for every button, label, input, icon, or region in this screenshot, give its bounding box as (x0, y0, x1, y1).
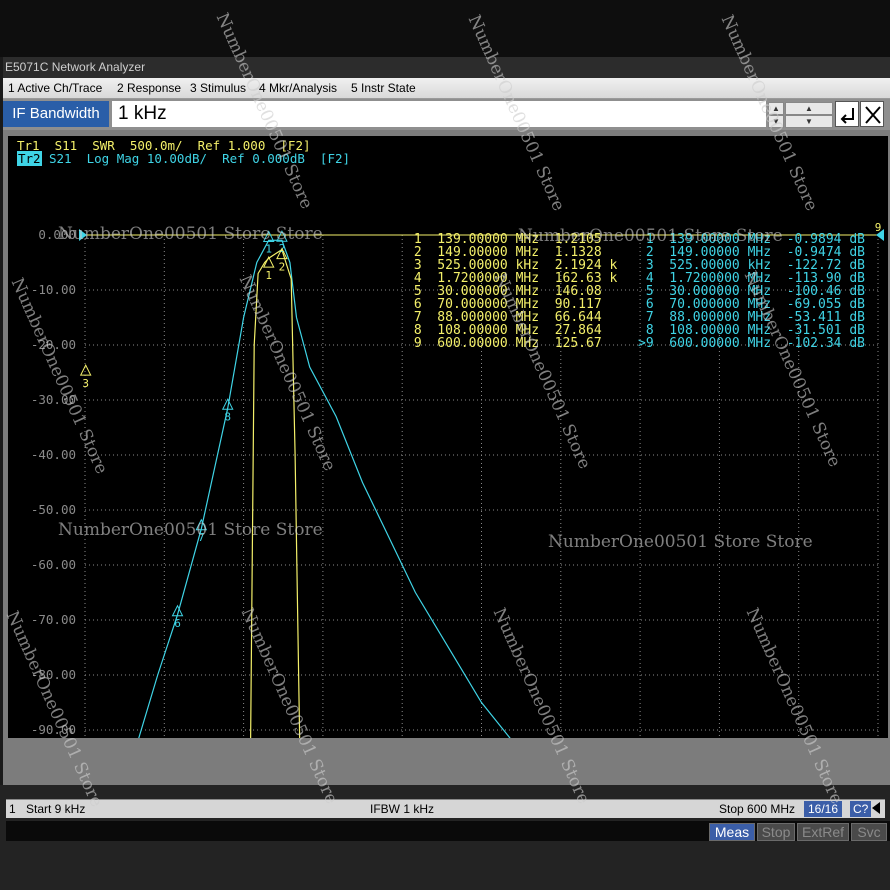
marker-row-tr2: >9 600.00000 MHz -102.34 dB (638, 336, 865, 351)
y-tick-label: -40.00 (31, 447, 76, 462)
entry-label: IF Bandwidth (3, 101, 109, 127)
close-entry-button[interactable] (860, 101, 884, 127)
title-bar: E5071C Network Analyzer (3, 57, 890, 78)
marker-9-label: 9 (875, 221, 882, 234)
status-bar: 1 Start 9 kHz IFBW 1 kHz Stop 600 MHz 16… (6, 799, 885, 818)
y-tick-label: 0.000 (38, 227, 76, 242)
menu-response[interactable]: 2 Response (117, 81, 181, 95)
status-points: 16/16 (804, 801, 843, 817)
marker-tr2-label: 6 (174, 617, 181, 630)
ref-left-arrow-icon (79, 229, 87, 241)
meas-button[interactable]: Meas (709, 823, 755, 841)
menu-instr-state[interactable]: 5 Instr State (351, 81, 416, 95)
menu-stimulus[interactable]: 3 Stimulus (190, 81, 246, 95)
stop-button[interactable]: Stop (757, 823, 795, 841)
menu-mkr-analysis[interactable]: 4 Mkr/Analysis (259, 81, 337, 95)
trace2-tag[interactable]: Tr2 (17, 151, 42, 166)
marker-row-tr1: 9 600.00000 MHz 125.67 (406, 336, 602, 351)
y-tick-label: -90.00 (31, 722, 76, 737)
if-bandwidth-input[interactable]: 1 kHz (112, 101, 766, 127)
marker-tr2-label: 8 (224, 410, 231, 423)
marker-tr1-icon (79, 364, 92, 376)
bottom-bar: Meas Stop ExtRef Svc (6, 821, 890, 841)
enter-icon (840, 108, 854, 124)
y-tick-label: -50.00 (31, 502, 76, 517)
status-cal: C? (850, 801, 872, 817)
status-channel: 1 (9, 802, 16, 816)
marker-tr2-label: 7 (198, 531, 205, 544)
y-tick-label: -60.00 (31, 557, 76, 572)
spin-up-small-button[interactable]: ▲ (768, 102, 784, 115)
marker-tr1-label: 3 (82, 377, 89, 390)
measurement-screen: 0.000 -10.00 -20.00 -30.00 -40.00 -50.00 -60.0… (8, 136, 888, 738)
analyzer-window: E5071C Network Analyzer 1 Active Ch/Trac… (3, 57, 890, 841)
svc-button[interactable]: Svc (851, 823, 887, 841)
marker-tr1-label: 2 (279, 261, 286, 274)
spin-down-small-button[interactable]: ▼ (768, 115, 784, 128)
step-up-button[interactable]: ▲ (785, 102, 833, 115)
trace2-header[interactable]: S21 Log Mag 10.00dB/ Ref 0.000dB [F2] (49, 151, 350, 166)
y-tick-label: -70.00 (31, 612, 76, 627)
close-icon (865, 106, 881, 124)
y-tick-label: -80.00 (31, 667, 76, 682)
entry-bar: IF Bandwidth 1 kHz ▲ ▼ ▲ ▼ (3, 99, 890, 130)
menu-bar: 1 Active Ch/Trace 2 Response 3 Stimulus … (3, 78, 890, 99)
status-stop: Stop 600 MHz (719, 802, 796, 816)
collapse-arrow-icon[interactable] (872, 802, 880, 814)
y-tick-label: -10.00 (31, 282, 76, 297)
window-title: E5071C Network Analyzer (5, 60, 146, 74)
y-tick-label: -30.00 (31, 392, 76, 407)
status-ifbw: IFBW 1 kHz (370, 802, 435, 816)
enter-button[interactable] (835, 101, 859, 127)
menu-active-ch-trace[interactable]: 1 Active Ch/Trace (8, 81, 102, 95)
y-tick-label: -20.00 (31, 337, 76, 352)
status-start: Start 9 kHz (26, 802, 86, 816)
marker-tr1-label: 1 (265, 269, 272, 282)
extref-button[interactable]: ExtRef (797, 823, 849, 841)
top-background (0, 0, 890, 57)
measurement-plot: 0.000 -10.00 -20.00 -30.00 -40.00 -50.00 -60.0… (31, 221, 884, 738)
marker-tr2-label: 1 (265, 242, 272, 255)
step-down-button[interactable]: ▼ (785, 115, 833, 128)
